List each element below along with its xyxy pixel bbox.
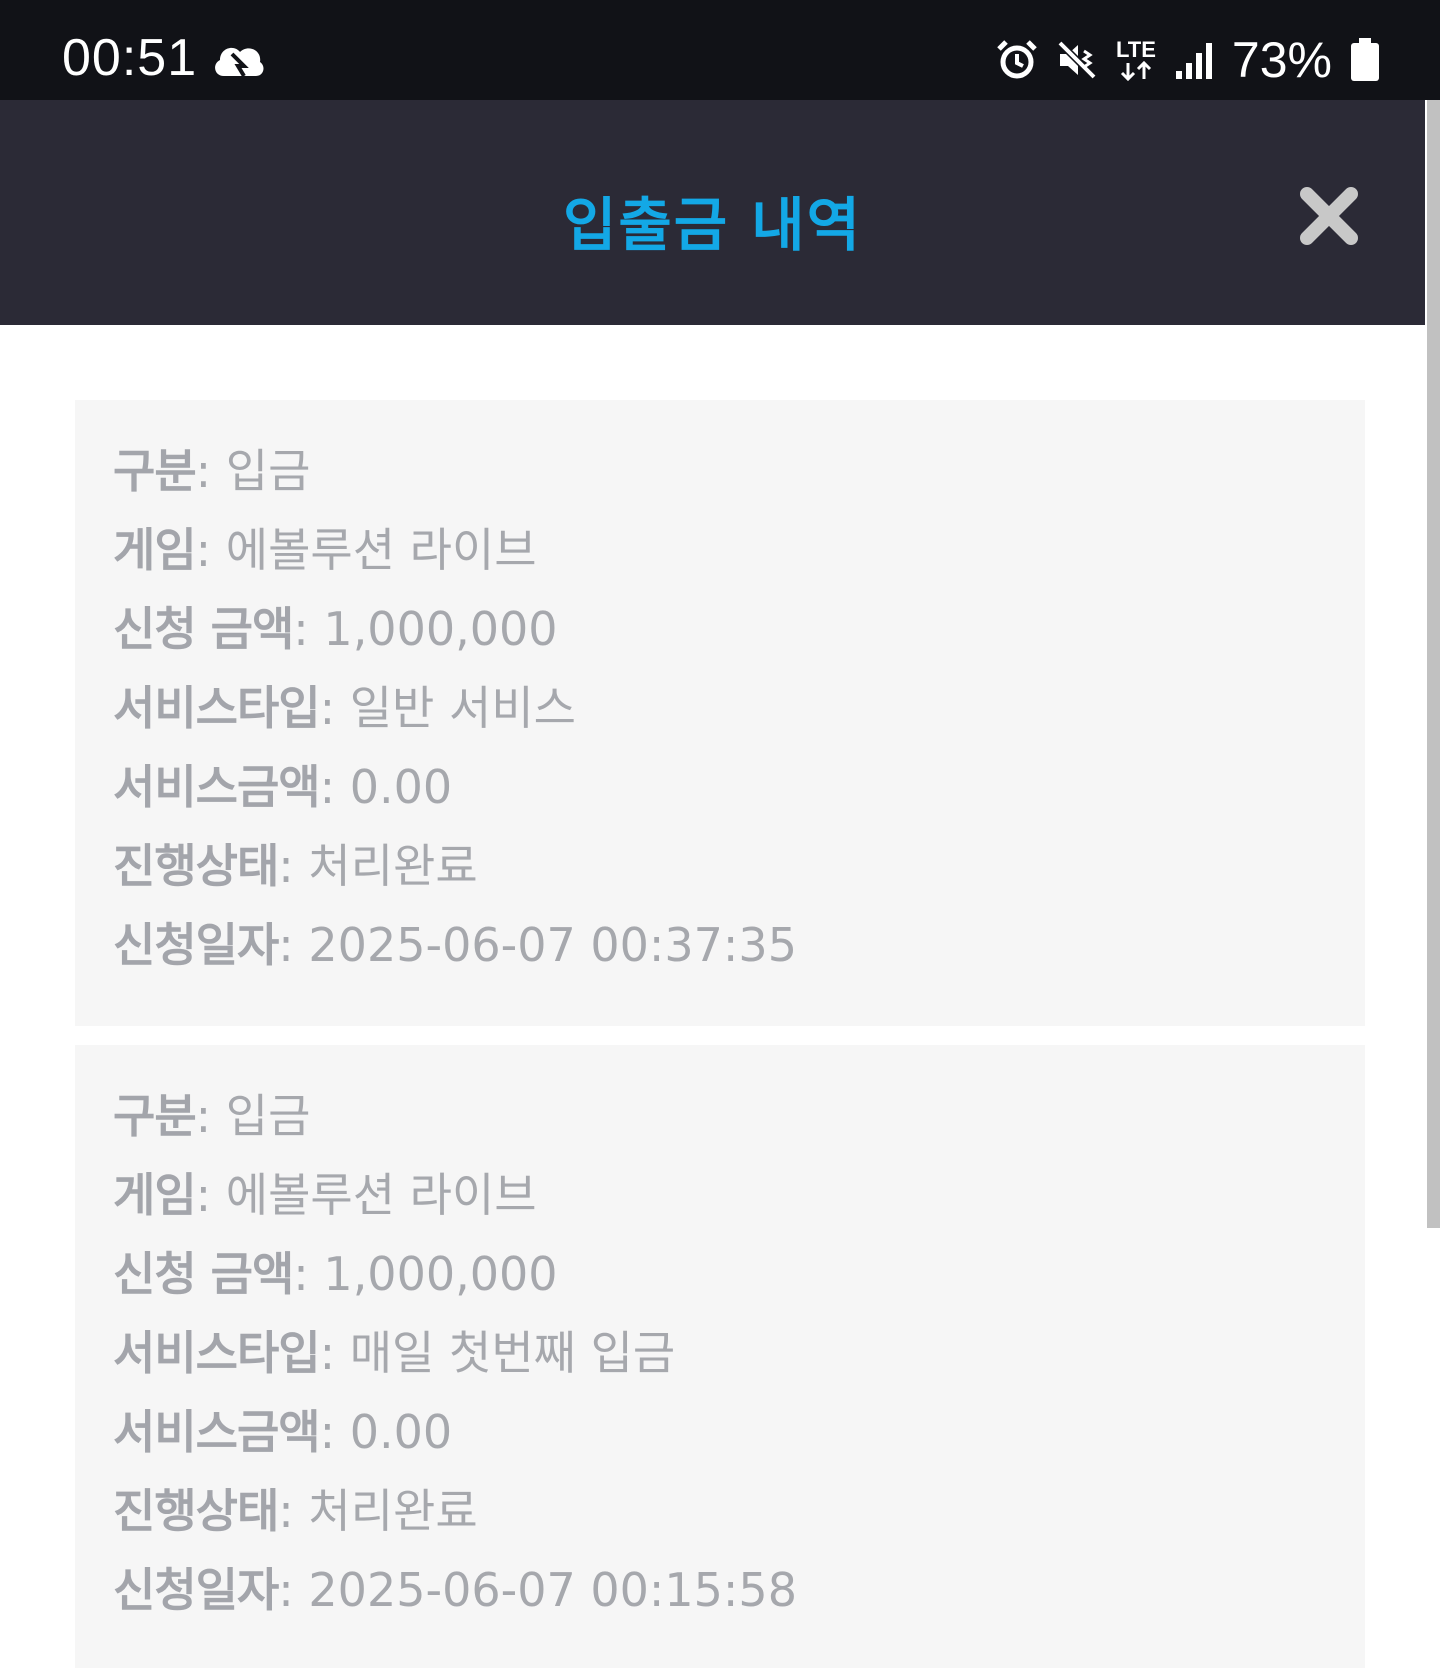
field-amount: 신청 금액: 1,000,000 [113, 602, 558, 656]
field-status: 진행상태: 처리완료 [113, 839, 478, 893]
battery-icon [1351, 38, 1379, 81]
status-time: 00:51 [62, 29, 198, 87]
signal-icon [1175, 43, 1212, 79]
mute-icon [1057, 40, 1097, 80]
cloud-sync-icon [215, 47, 264, 78]
alarm-icon [997, 40, 1037, 79]
field-service-amount: 서비스금액: 0.00 [113, 1405, 453, 1459]
network-type: LTE [1115, 37, 1156, 62]
field-amount: 신청 금액: 1,000,000 [113, 1247, 558, 1301]
field-date: 신청일자: 2025-06-07 00:15:58 [113, 1563, 797, 1617]
status-bar: 00:51 LTE 73% [0, 0, 1440, 100]
close-icon [1300, 187, 1358, 245]
field-status: 진행상태: 처리완료 [113, 1484, 478, 1538]
scrollbar-thumb[interactable] [1427, 100, 1440, 1228]
status-icons: LTE 73% [996, 30, 1380, 90]
lte-indicator: LTE [1116, 39, 1156, 81]
field-date: 신청일자: 2025-06-07 00:37:35 [113, 918, 797, 972]
field-game: 게임: 에볼루션 라이브 [113, 1168, 537, 1222]
field-game: 게임: 에볼루션 라이브 [113, 523, 537, 577]
transaction-record: 구분: 입금 게임: 에볼루션 라이브 신청 금액: 1,000,000 서비스… [75, 1045, 1365, 1668]
field-service-amount: 서비스금액: 0.00 [113, 760, 453, 814]
modal-header: 입출금 내역 [0, 100, 1425, 325]
field-service-type: 서비스타입: 일반 서비스 [113, 681, 576, 735]
modal-title: 입출금 내역 [563, 191, 862, 259]
transaction-record: 구분: 입금 게임: 에볼루션 라이브 신청 금액: 1,000,000 서비스… [75, 400, 1365, 1026]
battery-percent: 73% [1231, 32, 1332, 88]
field-service-type: 서비스타입: 매일 첫번째 입금 [113, 1326, 676, 1380]
close-button[interactable] [1297, 184, 1361, 248]
data-arrows-icon [1120, 61, 1151, 81]
field-type: 구분: 입금 [113, 1089, 311, 1143]
field-type: 구분: 입금 [113, 444, 311, 498]
